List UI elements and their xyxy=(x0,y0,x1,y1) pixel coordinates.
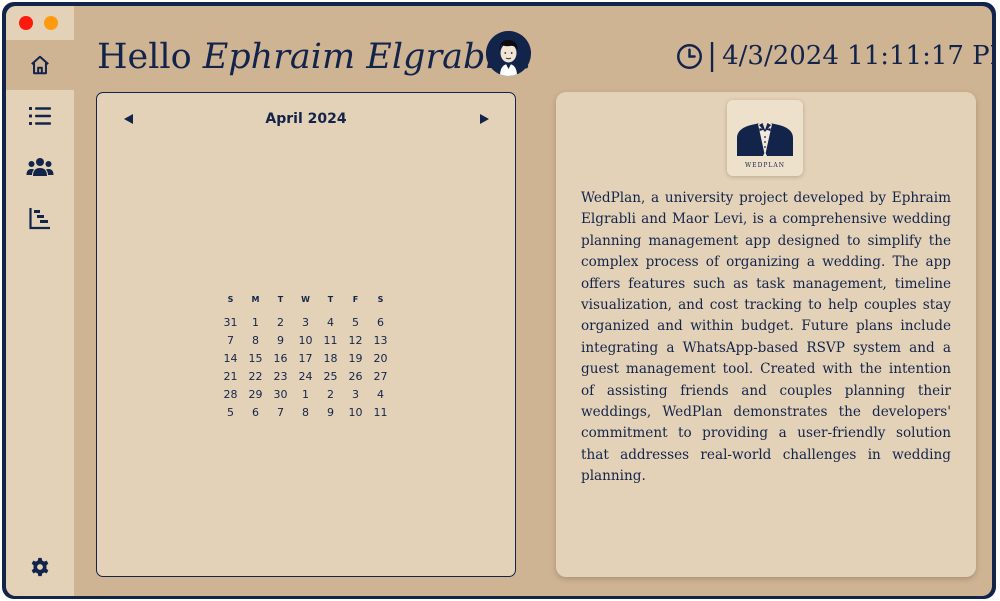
tuxedo-logo-icon xyxy=(737,122,793,156)
calendar-week-row: 21 22 23 24 25 26 27 xyxy=(218,367,393,385)
calendar-week-row: 28 29 30 1 2 3 4 xyxy=(218,385,393,403)
calendar-day[interactable]: 6 xyxy=(368,316,393,329)
close-window-button[interactable] xyxy=(19,16,33,30)
wedplan-logo: WEDPLAN xyxy=(727,100,803,176)
app-frame: Hello Ephraim Elgrabli ! | 4/3/ xyxy=(6,6,992,596)
calendar-day[interactable]: 16 xyxy=(268,352,293,365)
calendar-day[interactable]: 9 xyxy=(318,406,343,419)
calendar-day[interactable]: 2 xyxy=(268,316,293,329)
calendar-day[interactable]: 26 xyxy=(343,370,368,383)
calendar-day[interactable]: 1 xyxy=(293,388,318,401)
home-icon xyxy=(31,55,49,75)
current-datetime: 4/3/2024 11:11:17 PM xyxy=(722,41,992,71)
datetime-display: | 4/3/2024 11:11:17 PM xyxy=(676,36,992,76)
calendar-week-row: 7 8 9 10 11 12 13 xyxy=(218,331,393,349)
calendar-day[interactable]: 25 xyxy=(318,370,343,383)
calendar-day[interactable]: 20 xyxy=(368,352,393,365)
calendar-day[interactable]: 4 xyxy=(368,388,393,401)
sidebar-item-guests[interactable] xyxy=(6,142,74,192)
calendar-month-label: April 2024 xyxy=(265,111,347,127)
weekday-label: F xyxy=(352,294,359,304)
sidebar-item-timeline[interactable] xyxy=(6,193,74,243)
datetime-separator: | xyxy=(707,38,718,73)
about-description: WedPlan, a university project developed … xyxy=(581,190,951,485)
calendar-day[interactable]: 1 xyxy=(243,316,268,329)
calendar-day[interactable]: 3 xyxy=(293,316,318,329)
app-window: Hello Ephraim Elgrabli ! | 4/3/ xyxy=(2,2,996,599)
calendar-day[interactable]: 17 xyxy=(293,352,318,365)
weekday-label: S xyxy=(227,294,234,304)
calendar-card: April 2024 S M T W T F S 31 1 2 3 4 5 6 … xyxy=(96,92,516,577)
greeting-title: Hello Ephraim Elgrabli ! xyxy=(97,32,533,82)
calendar-day[interactable]: 3 xyxy=(343,388,368,401)
list-icon xyxy=(29,107,51,125)
weekday-label: M xyxy=(251,294,260,304)
calendar-day[interactable]: 27 xyxy=(368,370,393,383)
calendar-day[interactable]: 9 xyxy=(268,334,293,347)
calendar-day[interactable]: 30 xyxy=(268,388,293,401)
calendar-day[interactable]: 7 xyxy=(218,334,243,347)
clock-icon xyxy=(677,43,702,69)
weekday-label: S xyxy=(377,294,384,304)
calendar-day[interactable]: 6 xyxy=(243,406,268,419)
calendar-day[interactable]: 11 xyxy=(368,406,393,419)
sidebar-item-settings[interactable] xyxy=(6,542,74,592)
calendar-day[interactable]: 10 xyxy=(293,334,318,347)
user-name: Ephraim Elgrabli xyxy=(202,37,508,77)
logo-wordmark: WEDPLAN xyxy=(745,162,785,169)
calendar-day[interactable]: 19 xyxy=(343,352,368,365)
calendar-week-row: 31 1 2 3 4 5 6 xyxy=(218,313,393,331)
calendar-day[interactable]: 5 xyxy=(343,316,368,329)
about-card: WEDPLAN WedPlan, a university project de… xyxy=(556,92,976,577)
calendar-day[interactable]: 10 xyxy=(343,406,368,419)
weekday-label: T xyxy=(277,294,284,304)
weekday-label: W xyxy=(301,294,310,304)
timeline-icon xyxy=(29,208,50,230)
gear-icon xyxy=(31,557,49,577)
avatar[interactable] xyxy=(486,31,531,76)
calendar-day[interactable]: 18 xyxy=(318,352,343,365)
calendar-day[interactable]: 22 xyxy=(243,370,268,383)
calendar-day[interactable]: 21 xyxy=(218,370,243,383)
calendar-day[interactable]: 7 xyxy=(268,406,293,419)
calendar-day[interactable]: 15 xyxy=(243,352,268,365)
sidebar-item-tasks[interactable] xyxy=(6,91,74,141)
calendar-grid: S M T W T F S 31 1 2 3 4 5 6 7 8 9 10 11… xyxy=(218,289,393,421)
calendar-next-month-button[interactable] xyxy=(474,109,494,129)
users-icon xyxy=(26,158,54,176)
calendar-day[interactable]: 2 xyxy=(318,388,343,401)
sidebar xyxy=(6,6,74,596)
triangle-right-icon xyxy=(479,114,489,124)
user-avatar-icon xyxy=(486,31,531,76)
calendar-day[interactable]: 4 xyxy=(318,316,343,329)
calendar-day[interactable]: 14 xyxy=(218,352,243,365)
calendar-week-row: 5 6 7 8 9 10 11 xyxy=(218,403,393,421)
calendar-day[interactable]: 29 xyxy=(243,388,268,401)
calendar-day[interactable]: 8 xyxy=(243,334,268,347)
calendar-day[interactable]: 13 xyxy=(368,334,393,347)
weekday-label: T xyxy=(327,294,334,304)
greeting-hello: Hello xyxy=(97,37,192,77)
calendar-day[interactable]: 12 xyxy=(343,334,368,347)
calendar-day[interactable]: 8 xyxy=(293,406,318,419)
calendar-day[interactable]: 24 xyxy=(293,370,318,383)
minimize-window-button[interactable] xyxy=(44,16,58,30)
calendar-week-row: 14 15 16 17 18 19 20 xyxy=(218,349,393,367)
calendar-day[interactable]: 11 xyxy=(318,334,343,347)
calendar-weekday-row: S M T W T F S xyxy=(218,289,393,309)
calendar-day[interactable]: 28 xyxy=(218,388,243,401)
calendar-day[interactable]: 31 xyxy=(218,316,243,329)
calendar-day[interactable]: 23 xyxy=(268,370,293,383)
calendar-day[interactable]: 5 xyxy=(218,406,243,419)
sidebar-item-home[interactable] xyxy=(6,40,74,90)
